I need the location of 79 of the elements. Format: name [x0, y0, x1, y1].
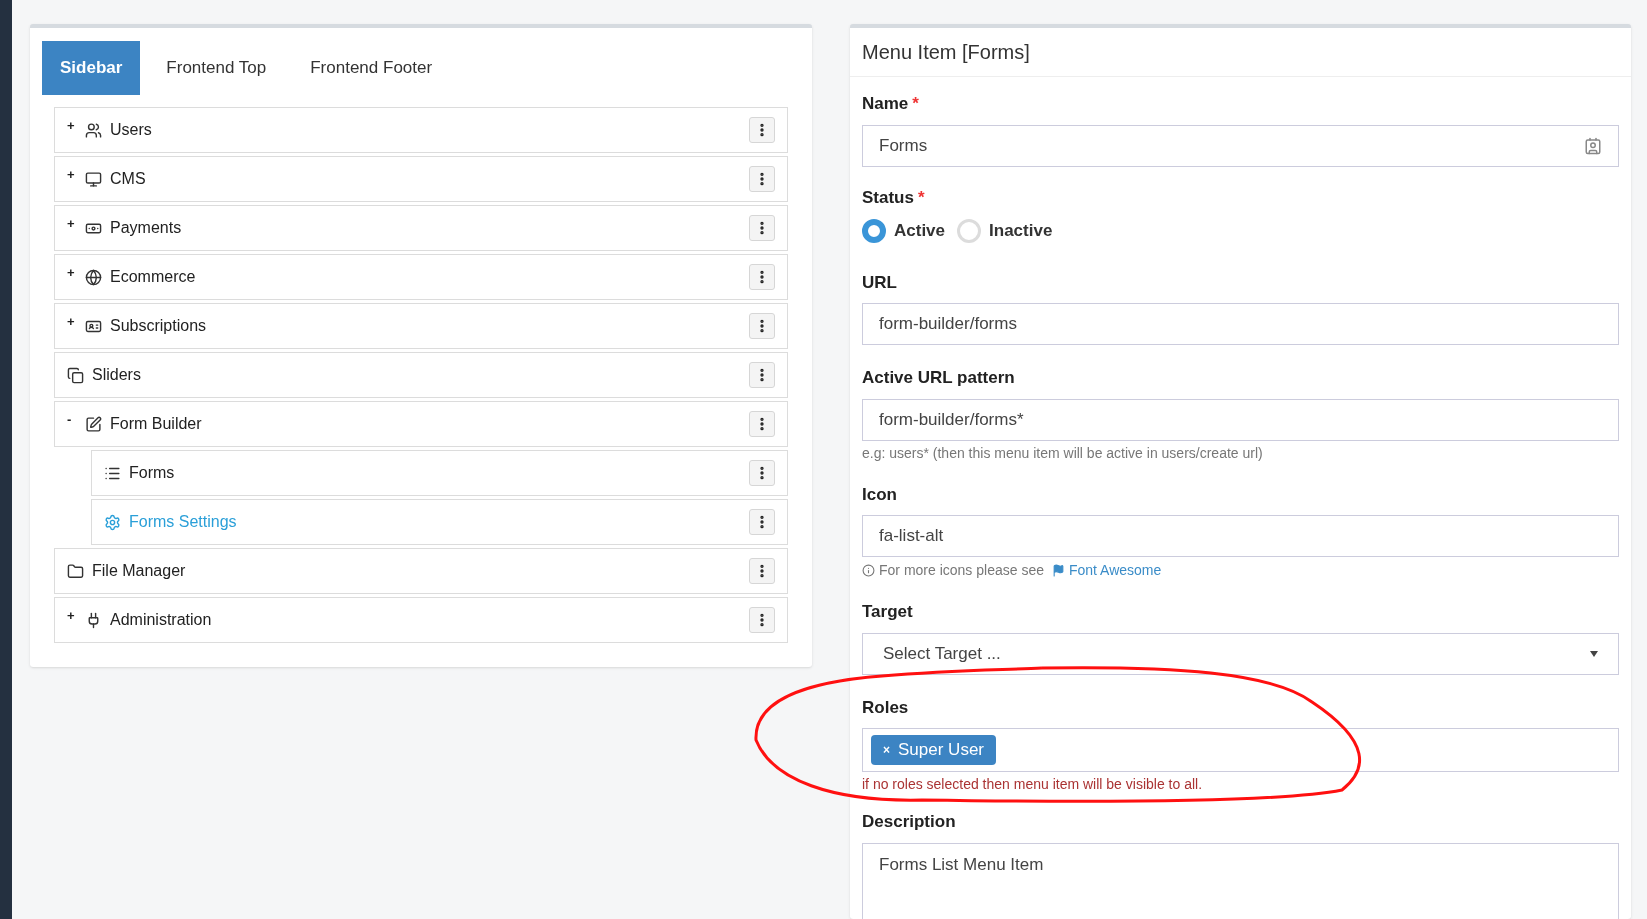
more-options-button[interactable] — [749, 215, 775, 241]
info-icon — [862, 564, 875, 577]
globe-icon — [85, 268, 102, 286]
expand-toggle[interactable]: + — [67, 263, 85, 283]
menu-tree-item[interactable]: Sliders — [54, 352, 788, 398]
radio-button[interactable] — [862, 218, 886, 243]
flag-icon — [1051, 564, 1065, 577]
menu-item-label: CMS — [110, 169, 146, 189]
menu-item-label: Payments — [110, 218, 182, 238]
field-label: Status — [862, 186, 914, 209]
radio-label: Inactive — [989, 220, 1053, 242]
copy-icon — [67, 366, 84, 384]
gear-icon — [104, 513, 121, 531]
tab[interactable]: Frontend Top — [148, 41, 285, 95]
field-label: Roles — [862, 696, 909, 719]
expand-toggle[interactable]: + — [67, 165, 85, 185]
expand-toggle[interactable]: + — [67, 214, 85, 234]
menu-item-label: Administration — [110, 610, 212, 630]
target-select[interactable]: Select Target ... — [862, 632, 1619, 675]
menu-item-label: File Manager — [92, 561, 186, 581]
menu-item-label: Forms — [129, 463, 175, 483]
menu-item-label: Form Builder — [110, 414, 202, 434]
field-label: URL — [862, 271, 897, 294]
more-options-button[interactable] — [749, 313, 775, 339]
menu-tree-item[interactable]: File Manager — [54, 548, 788, 594]
contact-card-icon — [1584, 136, 1602, 155]
menu-item-label: Users — [110, 120, 152, 140]
menu-tree-item[interactable]: + Ecommerce — [54, 254, 788, 300]
remove-tag-button[interactable]: × — [883, 741, 890, 759]
menu-item-label: Subscriptions — [110, 316, 207, 336]
menu-item-label: Ecommerce — [110, 267, 196, 287]
more-options-button[interactable] — [749, 558, 775, 584]
text-input-field[interactable]: Forms — [862, 124, 1619, 167]
radio-label: Active — [894, 220, 946, 242]
role-tag[interactable]: × Super User — [871, 735, 996, 765]
menu-tree-item[interactable]: + Subscriptions — [54, 303, 788, 349]
required-mark: * — [917, 186, 925, 209]
more-options-button[interactable] — [749, 411, 775, 437]
more-options-button[interactable] — [749, 362, 775, 388]
menu-tree-item[interactable]: + CMS — [54, 156, 788, 202]
folder-icon — [67, 562, 84, 580]
menu-tree-item[interactable]: - Form Builder — [54, 401, 788, 447]
menu-tree-item[interactable]: + Administration — [54, 597, 788, 643]
text-input-field[interactable]: form-builder/forms — [862, 303, 1619, 345]
more-options-button[interactable] — [749, 607, 775, 633]
text-input-field[interactable]: fa-list-alt — [862, 515, 1619, 557]
monitor-icon — [85, 170, 102, 188]
field-label: Icon — [862, 483, 897, 506]
tab[interactable]: Sidebar — [42, 41, 141, 95]
menu-tree-item[interactable]: Forms — [91, 450, 788, 496]
more-options-button[interactable] — [749, 117, 775, 143]
field-label: Name — [862, 93, 909, 115]
more-options-button[interactable] — [749, 509, 775, 535]
expand-toggle[interactable]: + — [67, 312, 85, 332]
field-label: Description — [862, 811, 956, 833]
more-options-button[interactable] — [749, 264, 775, 290]
users-icon — [85, 121, 102, 139]
expand-toggle[interactable]: + — [67, 116, 85, 136]
font-awesome-link[interactable]: Font Awesome — [1051, 560, 1162, 581]
help-text: e.g: users* (then this menu item will be active in users/create url) — [862, 443, 1264, 463]
field-label: Active URL pattern — [862, 367, 1015, 389]
expand-toggle[interactable]: - — [67, 410, 85, 430]
help-text: For more icons please see — [879, 561, 1044, 580]
field-label: Target — [862, 601, 913, 623]
edit-icon — [85, 415, 102, 433]
more-options-button[interactable] — [749, 460, 775, 486]
menu-tree-item[interactable]: + Payments — [54, 205, 788, 251]
tab[interactable]: Frontend Footer — [292, 41, 451, 95]
text-input-field[interactable]: form-builder/forms* — [862, 398, 1619, 441]
roles-input-field[interactable]: × Super User — [862, 728, 1619, 772]
menu-tree-item[interactable]: + Users — [54, 107, 788, 153]
menu-item-label: Forms Settings — [129, 512, 237, 532]
expand-toggle[interactable]: + — [67, 606, 85, 626]
more-options-button[interactable] — [749, 166, 775, 192]
description-textarea[interactable]: Forms List Menu Item — [862, 842, 1619, 919]
menu-item-label: Sliders — [92, 365, 141, 385]
help-text: if no roles selected then menu item will be visible to all. — [862, 775, 1204, 794]
required-mark: * — [912, 93, 919, 115]
form-title: Menu Item [Forms] — [862, 41, 1030, 63]
